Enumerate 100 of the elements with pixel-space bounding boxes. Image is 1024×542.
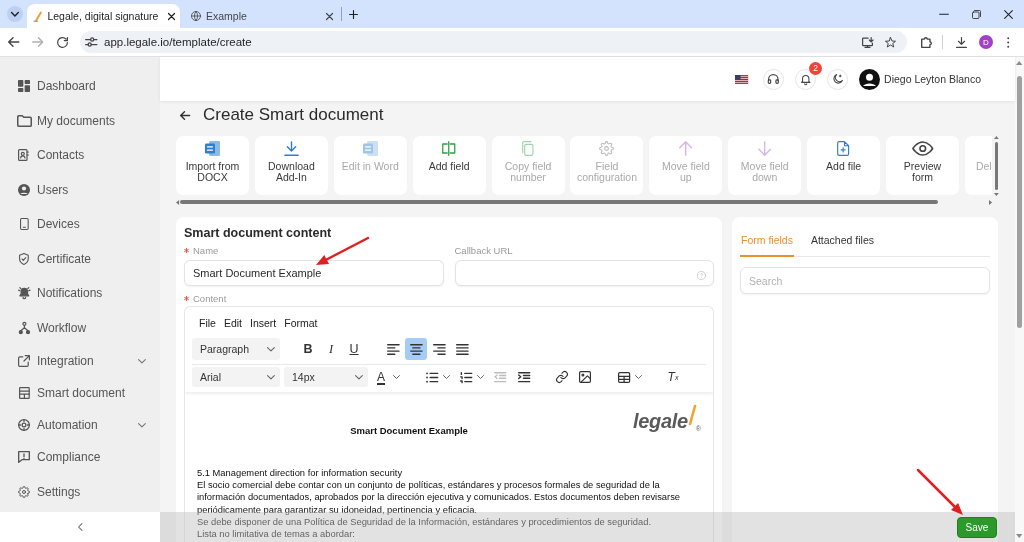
align-left-icon — [386, 343, 400, 355]
triangle-left-icon[interactable] — [176, 199, 180, 205]
scrollbar-thumb[interactable] — [994, 142, 998, 190]
triangle-down-icon[interactable] — [993, 193, 999, 196]
search-field[interactable]: Search — [740, 267, 990, 294]
text-color-button[interactable]: A — [370, 367, 404, 387]
minimize-icon — [939, 12, 949, 16]
toolbar-button[interactable]: Import from DOCX — [176, 136, 249, 195]
toolbar-button[interactable]: Add field — [412, 136, 486, 195]
triangle-up-icon[interactable] — [1016, 61, 1023, 65]
sidebar-item[interactable]: Compliance — [0, 440, 160, 473]
scrollbar-thumb[interactable] — [180, 200, 939, 204]
panel-tab[interactable]: Attached files — [809, 233, 875, 257]
save-button[interactable]: Save — [957, 516, 997, 538]
headset-icon — [768, 74, 779, 84]
menu-item[interactable]: Insert — [246, 313, 281, 333]
sidebar-item[interactable]: Devices — [0, 206, 160, 242]
field-label: Content — [193, 293, 227, 304]
font-family-dropdown[interactable]: Arial — [192, 367, 280, 387]
arrow-right-icon — [32, 37, 44, 47]
chevron-down-icon — [267, 374, 275, 380]
download-icon — [955, 36, 967, 48]
folder-icon — [16, 114, 32, 127]
format-button[interactable]: I — [320, 338, 342, 360]
sidebar-item[interactable]: Integration — [0, 344, 160, 377]
chevron-down-icon — [11, 11, 19, 17]
install-button[interactable] — [861, 35, 875, 49]
tune-icon — [84, 37, 98, 47]
font-size-dropdown[interactable]: 14px — [284, 367, 368, 387]
toolbar-button[interactable]: Download Add-In — [254, 136, 328, 195]
puzzle-icon — [920, 36, 932, 48]
triangle-up-icon[interactable] — [993, 136, 999, 139]
crosshair-icon — [18, 418, 30, 431]
table-icon — [617, 371, 631, 383]
menu-item[interactable]: File — [195, 313, 220, 333]
triangle-right-icon[interactable] — [988, 199, 992, 205]
document-paragraph: Lista no limitativa de temas a abordar: — [197, 528, 356, 541]
extensions-button[interactable] — [919, 35, 933, 49]
user-name: Diego Leyton Blanco — [884, 73, 981, 85]
document-paragraph: El socio comercial debe contar con un conjunto de políticas, estándares y procesos formales de seguridad de la información documentados, aprobados por la dirección ejecutiva y comunicados. Estos documentos deben revisarse periódicamente para garantizar su idoneidad, pertinencia y eficacia. — [197, 479, 682, 516]
sidebar-item[interactable]: Settings — [0, 472, 160, 511]
sidebar-item[interactable]: Users — [0, 172, 160, 207]
browser-tab[interactable]: Example — [185, 4, 340, 28]
indent-icon — [517, 371, 531, 383]
align-center-button[interactable] — [405, 338, 427, 360]
triangle-down-icon[interactable] — [1016, 534, 1023, 538]
download-button[interactable] — [954, 35, 968, 49]
pen-stroke-icon — [33, 10, 43, 22]
text-field-icon — [442, 141, 456, 156]
field-label: Callback URL — [454, 245, 513, 256]
star-icon — [884, 36, 896, 48]
document-paragraph: 5.1 Management direction for information security — [197, 467, 404, 480]
sidebar-item[interactable]: Notifications — [0, 275, 160, 311]
scrollbar-thumb[interactable] — [1017, 76, 1022, 328]
sidebar-item[interactable]: Dashboard — [0, 68, 160, 104]
chevron-left-icon — [77, 523, 83, 531]
sidebar-item[interactable]: Smart document — [0, 376, 160, 409]
new-tab-button[interactable] — [346, 7, 360, 21]
sidebar-item[interactable]: Workflow — [0, 310, 160, 345]
arrow-left-icon — [8, 37, 20, 47]
align-right-icon — [432, 343, 446, 355]
arrow-left-icon — [179, 110, 191, 120]
support-button[interactable] — [763, 68, 785, 90]
sidebar-item[interactable]: Certificate — [0, 241, 160, 276]
menu-item[interactable]: Edit — [219, 313, 246, 333]
block-format-dropdown[interactable]: Paragraph — [192, 338, 280, 360]
menu-item[interactable]: Format — [280, 313, 322, 333]
close-icon — [1003, 9, 1013, 19]
back-button[interactable] — [178, 108, 192, 122]
chevron-down-icon — [393, 375, 400, 379]
chevron-down-icon — [355, 374, 363, 380]
format-button[interactable]: B — [297, 338, 319, 360]
avatar-icon[interactable] — [859, 68, 881, 90]
link-icon — [556, 371, 568, 383]
flag-icon[interactable] — [734, 74, 749, 84]
address-bar[interactable]: app.legale.io/template/create — [80, 31, 907, 53]
annotation-arrow — [916, 468, 963, 515]
monitor-download-icon — [862, 36, 874, 48]
external-link-icon — [18, 354, 30, 367]
menu-icon — [1006, 36, 1010, 48]
url-field[interactable] — [454, 260, 714, 286]
site-info-button[interactable] — [84, 35, 98, 49]
sidebar-item[interactable]: Contacts — [0, 137, 160, 173]
contact-book-icon — [18, 149, 30, 161]
sidebar-item[interactable]: Automation — [0, 408, 160, 441]
profile-button[interactable]: D — [979, 35, 993, 49]
message-alert-icon — [18, 450, 30, 463]
form-layout-icon — [18, 386, 30, 399]
chevron-down-icon — [443, 375, 450, 379]
bookmark-button[interactable] — [883, 35, 897, 49]
name-field[interactable]: Smart Document Example — [184, 260, 444, 286]
format-button[interactable]: U — [343, 338, 365, 360]
hierarchy-icon — [18, 321, 30, 334]
theme-toggle-button[interactable] — [827, 68, 849, 90]
toolbar-button[interactable]: Add file — [807, 136, 881, 195]
sidebar-item[interactable]: My documents — [0, 103, 160, 138]
toolbar-button[interactable]: Preview form — [886, 136, 959, 195]
browser-tab[interactable]: Legale, digital signature — [27, 4, 180, 28]
tab-search-button[interactable] — [7, 6, 23, 22]
eye-icon — [911, 141, 934, 156]
